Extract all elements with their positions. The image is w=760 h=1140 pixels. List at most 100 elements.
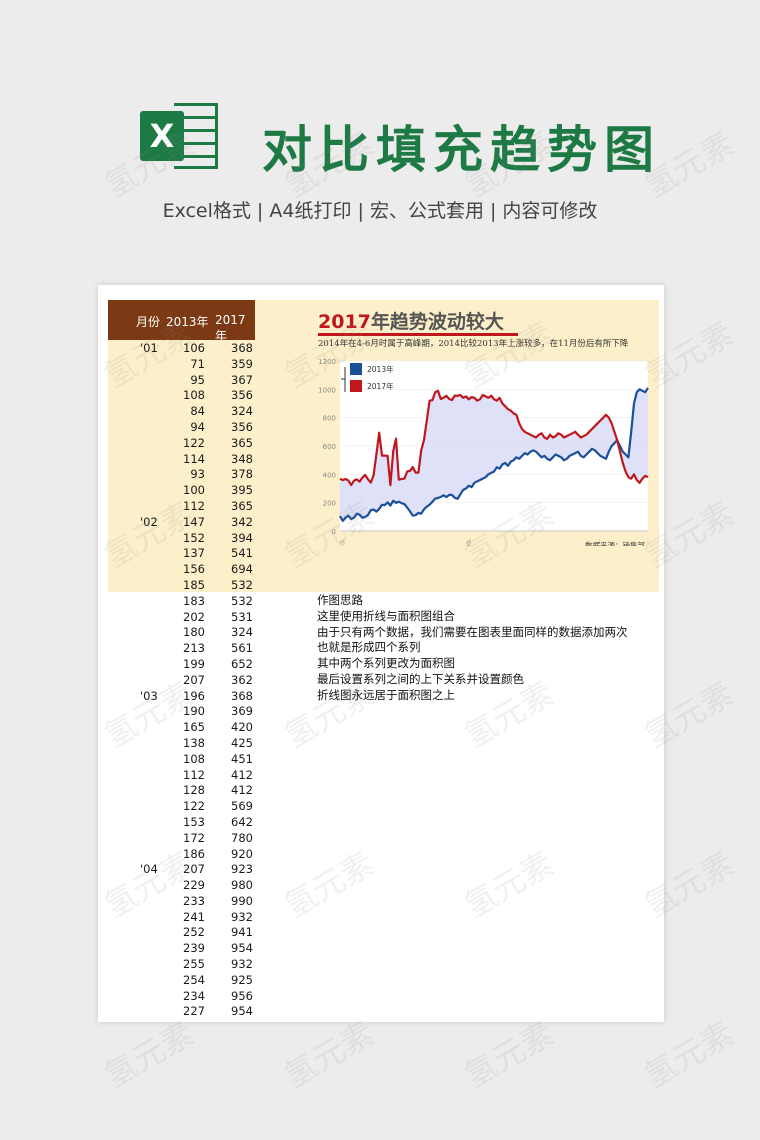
value-2013-cell: 254 (183, 972, 205, 987)
table-row: 95 367 (108, 372, 255, 388)
x-tick-label: '01 (338, 539, 346, 546)
notes-line: 由于只有两个数据，我们需要在图表里面同样的数据添加两次 (317, 624, 628, 639)
value-2017-cell: 378 (231, 467, 253, 482)
value-2017-cell: 369 (231, 704, 253, 719)
spreadsheet-preview: 月份 2013年 2017年 '01 106 368 71 359 95 367 108 356… (98, 285, 664, 1022)
table-row: 94 356 (108, 419, 255, 435)
table-row: 202 531 (108, 609, 255, 625)
value-2013-cell: 207 (183, 672, 205, 687)
table-row: 172 780 (108, 830, 255, 846)
legend-swatch (350, 380, 362, 392)
trend-chart: 020040060080010001200'01'06'12013年2017年数… (318, 358, 649, 546)
value-2017-cell: 394 (231, 530, 253, 545)
value-2013-cell: 156 (183, 562, 205, 577)
table-row: 255 932 (108, 956, 255, 972)
table-row: 180 324 (108, 624, 255, 640)
legend-label: 2017年 (367, 381, 394, 391)
value-2013-cell: 233 (183, 893, 205, 908)
value-2013-cell: 241 (183, 909, 205, 924)
month-cell: '02 (140, 514, 158, 529)
legend-label: 2013年 (367, 364, 394, 374)
value-2013-cell: 153 (183, 814, 205, 829)
value-2013-cell: 196 (183, 688, 205, 703)
value-2017-cell: 531 (231, 609, 253, 624)
value-2013-cell: 207 (183, 862, 205, 877)
table-row: '02 147 342 (108, 514, 255, 530)
value-2013-cell: 227 (183, 1004, 205, 1019)
chart-title-year: 2017 (318, 311, 371, 333)
value-2017-cell: 395 (231, 483, 253, 498)
value-2013-cell: 152 (183, 530, 205, 545)
value-2017-cell: 956 (231, 988, 253, 1003)
value-2017-cell: 532 (231, 577, 253, 592)
value-2013-cell: 199 (183, 656, 205, 671)
excel-logo: X (140, 103, 220, 169)
value-2013-cell: 229 (183, 878, 205, 893)
value-2013-cell: 147 (183, 514, 205, 529)
value-2017-cell: 923 (231, 862, 253, 877)
value-2017-cell: 368 (231, 341, 253, 355)
value-2017-cell: 932 (231, 957, 253, 972)
table-row: 100 395 (108, 482, 255, 498)
value-2017-cell: 356 (231, 388, 253, 403)
table-row: 128 412 (108, 782, 255, 798)
table-header: 月份 2013年 2017年 (108, 300, 255, 343)
notes-line: 也就是形成四个系列 (317, 640, 421, 655)
value-2017-cell: 420 (231, 720, 253, 735)
value-2017-cell: 365 (231, 498, 253, 513)
excel-x-icon: X (140, 111, 184, 161)
value-2013-cell: 108 (183, 388, 205, 403)
value-2013-cell: 112 (183, 498, 205, 513)
table-row: 122 569 (108, 798, 255, 814)
value-2017-cell: 954 (231, 941, 253, 956)
notes-heading: 作图思路 (317, 593, 363, 607)
page-subtitle: Excel格式 | A4纸打印 | 宏、公式套用 | 内容可修改 (162, 200, 598, 222)
table-row: 183 532 (108, 593, 255, 609)
table-row: 241 932 (108, 909, 255, 925)
notes-line: 这里使用折线与面积图组合 (317, 608, 455, 623)
y-tick-label: 1000 (318, 386, 336, 394)
y-tick-label: 600 (323, 443, 336, 451)
table-row: 186 920 (108, 846, 255, 862)
y-tick-label: 0 (332, 528, 336, 536)
value-2013-cell: 183 (183, 593, 205, 608)
value-2017-cell: 980 (231, 878, 253, 893)
table-row: 112 412 (108, 767, 255, 783)
table-row: 185 532 (108, 577, 255, 593)
table-row: 207 362 (108, 672, 255, 688)
data-table: '01 106 368 71 359 95 367 108 356 84 324 94 356 122 36… (108, 340, 255, 1019)
y-tick-label: 1200 (318, 358, 336, 366)
x-tick-label: '06 (464, 539, 472, 546)
notes-line: 最后设置系列之间的上下关系并设置颜色 (317, 671, 524, 686)
table-row: 234 956 (108, 988, 255, 1004)
value-2017-cell: 642 (231, 814, 253, 829)
value-2013-cell: 239 (183, 941, 205, 956)
value-2013-cell: 137 (183, 546, 205, 561)
watermark: 氢元素 (457, 1014, 561, 1096)
value-2013-cell: 138 (183, 735, 205, 750)
value-2013-cell: 93 (190, 467, 205, 482)
value-2013-cell: 172 (183, 830, 205, 845)
y-tick-label: 400 (323, 471, 336, 479)
source-note: 数据来源：销售部 (585, 540, 645, 546)
table-row: 122 365 (108, 435, 255, 451)
value-2013-cell: 180 (183, 625, 205, 640)
value-2013-cell: 255 (183, 957, 205, 972)
value-2013-cell: 108 (183, 751, 205, 766)
value-2017-cell: 368 (231, 688, 253, 703)
value-2017-cell: 652 (231, 656, 253, 671)
value-2017-cell: 694 (231, 562, 253, 577)
value-2017-cell: 532 (231, 593, 253, 608)
table-row: 199 652 (108, 656, 255, 672)
value-2017-cell: 541 (231, 546, 253, 561)
value-2017-cell: 932 (231, 909, 253, 924)
value-2013-cell: 122 (183, 799, 205, 814)
value-2017-cell: 365 (231, 435, 253, 450)
table-row: 252 941 (108, 924, 255, 940)
chart-title: 2017年趋势波动较大 (318, 307, 504, 334)
value-2013-cell: 186 (183, 846, 205, 861)
value-2013-cell: 128 (183, 783, 205, 798)
value-2013-cell: 202 (183, 609, 205, 624)
table-row: 254 925 (108, 972, 255, 988)
value-2017-cell: 412 (231, 767, 253, 782)
